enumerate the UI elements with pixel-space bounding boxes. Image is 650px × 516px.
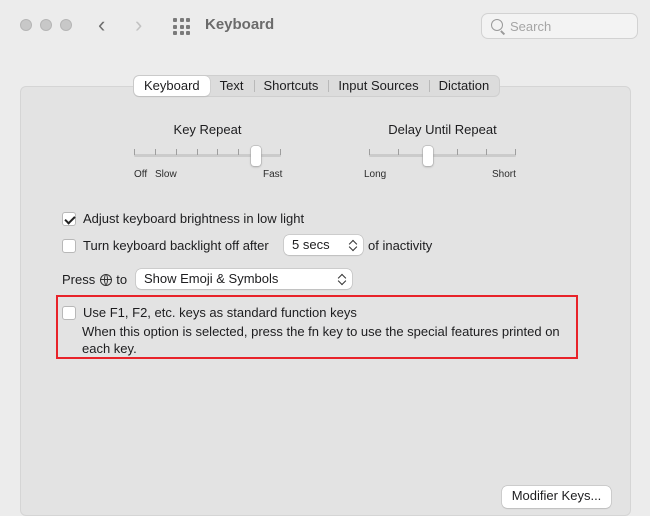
to-label: to [116,272,128,287]
tab-shortcuts[interactable]: Shortcuts [253,76,329,96]
close-window-button[interactable] [20,19,32,31]
zoom-window-button[interactable] [60,19,72,31]
show-all-grid-icon[interactable] [173,18,190,35]
delay-long-label: Long [364,169,387,180]
key-repeat-tick [280,149,281,155]
key-repeat-tick [196,149,198,155]
key-repeat-tick [238,149,240,155]
delay-until-repeat-title: Delay Until Repeat [388,122,497,137]
press-label: Press [62,272,96,287]
key-repeat-fast-label: Fast [263,169,283,180]
up-down-chevron-icon [350,238,357,251]
backlight-checkbox[interactable] [62,238,76,253]
delay-thumb[interactable] [422,146,433,166]
backlight-timeout-value: 5 secs [292,237,330,252]
backlight-timeout-popup[interactable]: 5 secs [284,235,363,255]
delay-track [369,154,516,157]
globe-action-value: Show Emoji & Symbols [144,271,279,286]
key-repeat-tick [217,149,219,155]
delay-until-repeat-slider[interactable] [369,146,516,166]
modifier-keys-button[interactable]: Modifier Keys... [502,486,611,508]
window-title: Keyboard [205,16,275,33]
function-keys-description: When this option is selected, press the … [82,324,560,356]
delay-short-label: Short [492,169,516,180]
minimize-window-button[interactable] [40,19,52,31]
inactivity-label: of inactivity [368,238,433,253]
backlight-label: Turn keyboard backlight off after [83,238,269,253]
press-globe-row: Press to [62,272,127,287]
window-titlebar: ‹ › Keyboard [0,0,650,52]
delay-tick [515,149,516,155]
tab-keyboard[interactable]: Keyboard [134,76,210,96]
backlight-option: Turn keyboard backlight off after [62,238,269,253]
key-repeat-tick [175,149,177,155]
key-repeat-tick [134,149,135,155]
key-repeat-off-label: Off [134,169,148,180]
key-repeat-tick [154,149,156,155]
brightness-checkbox[interactable] [62,211,76,226]
function-keys-option: Use F1, F2, etc. keys as standard functi… [62,305,357,320]
globe-icon [100,273,113,286]
delay-tick [398,149,400,155]
chevron-left-icon[interactable]: ‹ [98,13,105,37]
tab-input-sources[interactable]: Input Sources [328,76,428,96]
chevron-right-icon[interactable]: › [135,13,142,37]
key-repeat-slider[interactable] [134,146,281,166]
function-keys-checkbox[interactable] [62,305,76,320]
globe-action-popup[interactable]: Show Emoji & Symbols [136,269,352,289]
key-repeat-title: Key Repeat [173,122,242,137]
search-input[interactable] [510,17,630,35]
tab-text[interactable]: Text [210,76,254,96]
function-keys-label: Use F1, F2, etc. keys as standard functi… [83,305,357,320]
delay-tick [369,149,370,155]
tab-dictation[interactable]: Dictation [428,76,500,96]
search-field[interactable] [481,13,638,39]
key-repeat-slow-label: Slow [155,169,177,180]
brightness-label: Adjust keyboard brightness in low light [83,211,305,226]
delay-tick [456,149,458,155]
delay-tick [485,149,487,155]
search-icon [491,19,503,31]
up-down-chevron-icon [339,272,346,285]
key-repeat-thumb[interactable] [251,146,261,166]
brightness-option: Adjust keyboard brightness in low light [62,211,304,226]
tab-bar: Keyboard Text Shortcuts Input Sources Di… [133,75,501,97]
